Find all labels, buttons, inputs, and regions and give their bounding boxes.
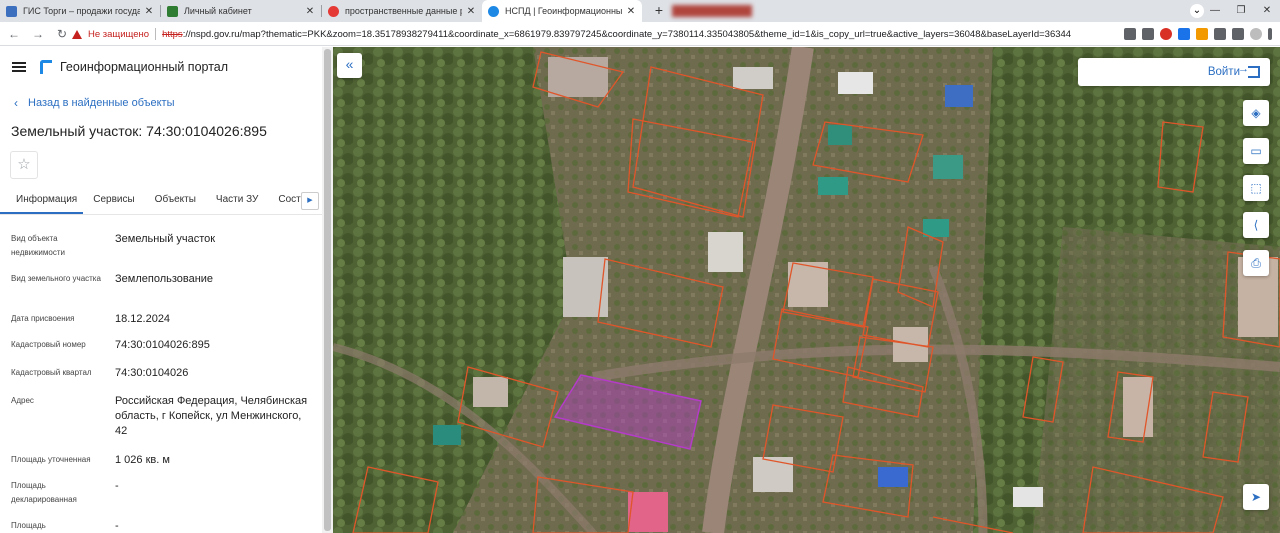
collapse-panel-icon[interactable]: « [337, 53, 362, 78]
menu-kebab-icon[interactable] [1268, 28, 1272, 40]
property-key: Площадь декларированная [11, 481, 77, 504]
property-value: Землепользование [115, 273, 214, 285]
select-area-icon[interactable]: ⬚ [1243, 175, 1269, 201]
extension-icon[interactable] [1196, 28, 1208, 40]
puzzle-icon[interactable] [1214, 28, 1226, 40]
close-window-icon[interactable]: ✕ [1254, 0, 1280, 22]
blurred-tab-area [672, 5, 752, 17]
login-label: Войти [1207, 66, 1240, 78]
property-key: Площадь уточненная [11, 455, 91, 464]
close-tab-icon[interactable]: ✕ [466, 6, 476, 17]
url-separator [155, 28, 157, 40]
warning-icon [72, 29, 82, 39]
portal-header: Геоинформационный портал [0, 47, 322, 87]
browser-tab-active[interactable]: НСПД | Геоинформационный п ✕ [482, 0, 642, 22]
portal-logo-icon [40, 60, 52, 74]
property-value: 1 026 кв. м [115, 454, 170, 466]
tab-title: Личный кабинет [184, 6, 252, 16]
minimize-icon[interactable]: — [1202, 0, 1228, 22]
tab-title: НСПД | Геоинформационный п [505, 6, 622, 16]
locate-icon[interactable]: ➤ [1243, 484, 1269, 510]
sidebar-icon[interactable] [1232, 28, 1244, 40]
tab-title: пространственные данные рос [345, 6, 462, 16]
tab-parts[interactable]: Части ЗУ [206, 187, 268, 214]
back-to-results-link[interactable]: ‹ Назад в найденные объекты [14, 96, 175, 110]
ruler-icon[interactable]: ▭ [1243, 138, 1269, 164]
property-value: Российская Федерация, Челябинская област… [115, 395, 308, 437]
property-value: 74:30:0104026 [115, 367, 189, 379]
browser-extensions [1124, 24, 1272, 44]
tab-information[interactable]: Информация [0, 187, 84, 214]
login-button[interactable]: Войти [1078, 58, 1270, 86]
property-key: Кадастровый номер [11, 340, 86, 349]
restore-icon[interactable]: ❐ [1228, 0, 1254, 22]
scrollbar-thumb[interactable] [324, 49, 331, 531]
browser-address-bar: ← → ↻ Не защищено https ://nspd.gov.ru/m… [0, 22, 1280, 46]
new-tab-button[interactable]: + [650, 2, 668, 20]
close-tab-icon[interactable]: ✕ [626, 6, 636, 17]
security-label[interactable]: Не защищено [88, 29, 149, 40]
property-value: Земельный участок [115, 233, 216, 245]
property-value: - [115, 480, 119, 492]
login-icon [1238, 63, 1260, 78]
chevron-left-icon: ‹ [14, 96, 18, 110]
property-key: Адрес [11, 396, 34, 405]
window-controls: — ❐ ✕ [1202, 0, 1280, 22]
browser-tab-bar: ГИС Торги – продажи государств ✕ Личный … [0, 0, 1280, 22]
portal-title: Геоинформационный портал [60, 60, 229, 74]
back-link-label: Назад в найденные объекты [28, 97, 175, 109]
close-tab-icon[interactable]: ✕ [305, 6, 315, 17]
back-arrow-icon[interactable]: ← [4, 24, 24, 44]
browser-tab[interactable]: ГИС Торги – продажи государств ✕ [0, 0, 160, 22]
property-value: - [115, 520, 119, 532]
browser-tab[interactable]: Личный кабинет ✕ [161, 0, 321, 22]
property-value: 18.12.2024 [115, 313, 171, 325]
url-field[interactable]: Не защищено https ://nspd.gov.ru/map?the… [72, 24, 1112, 44]
hamburger-menu-icon[interactable] [12, 60, 26, 74]
tab-services[interactable]: Сервисы [83, 187, 144, 214]
share-icon[interactable]: ⟨ [1243, 212, 1269, 238]
favorite-star-icon[interactable]: ☆ [10, 151, 38, 179]
map-view[interactable] [333, 47, 1280, 533]
tab-objects[interactable]: Объекты [145, 187, 206, 214]
panel-scrollbar[interactable] [322, 47, 333, 533]
url-text: ://nspd.gov.ru/map?thematic=PKK&zoom=18.… [182, 28, 1072, 40]
property-key: Вид объекта недвижимости [11, 234, 65, 257]
tab-favicon-icon [488, 5, 499, 17]
close-tab-icon[interactable]: ✕ [144, 6, 154, 17]
property-key: Вид земельного участка [11, 274, 101, 283]
tab-title: ГИС Торги – продажи государств [23, 6, 140, 16]
bookmark-star-icon[interactable] [1142, 28, 1154, 40]
tabs-scroll-right-icon[interactable]: ▶ [301, 192, 319, 210]
forward-arrow-icon[interactable]: → [28, 24, 48, 44]
property-key: Площадь [11, 521, 46, 530]
layers-icon[interactable]: ◈ [1243, 100, 1269, 126]
url-scheme: https [162, 28, 183, 40]
profile-avatar-icon[interactable] [1250, 28, 1262, 40]
object-info-panel: Геоинформационный портал ‹ Назад в найде… [0, 47, 322, 533]
info-tabs: Информация Сервисы Объекты Части ЗУ Сост… [0, 187, 322, 215]
browser-tab[interactable]: пространственные данные рос ✕ [322, 0, 482, 22]
property-key: Дата присвоения [11, 314, 75, 323]
tab-favicon-icon [6, 5, 17, 17]
satellite-map-image [333, 47, 1280, 533]
property-key: Кадастровый квартал [11, 368, 92, 377]
share-page-icon[interactable] [1124, 28, 1136, 40]
tab-favicon-icon [167, 5, 178, 17]
property-value: 74:30:0104026:895 [115, 339, 210, 351]
tab-favicon-icon [328, 5, 339, 17]
reload-icon[interactable]: ↻ [52, 24, 72, 44]
extension-icon[interactable] [1160, 28, 1172, 40]
print-icon[interactable]: ⎙ [1243, 250, 1269, 276]
page-title: Земельный участок: 74:30:0104026:895 [11, 123, 267, 139]
extension-icon[interactable] [1178, 28, 1190, 40]
